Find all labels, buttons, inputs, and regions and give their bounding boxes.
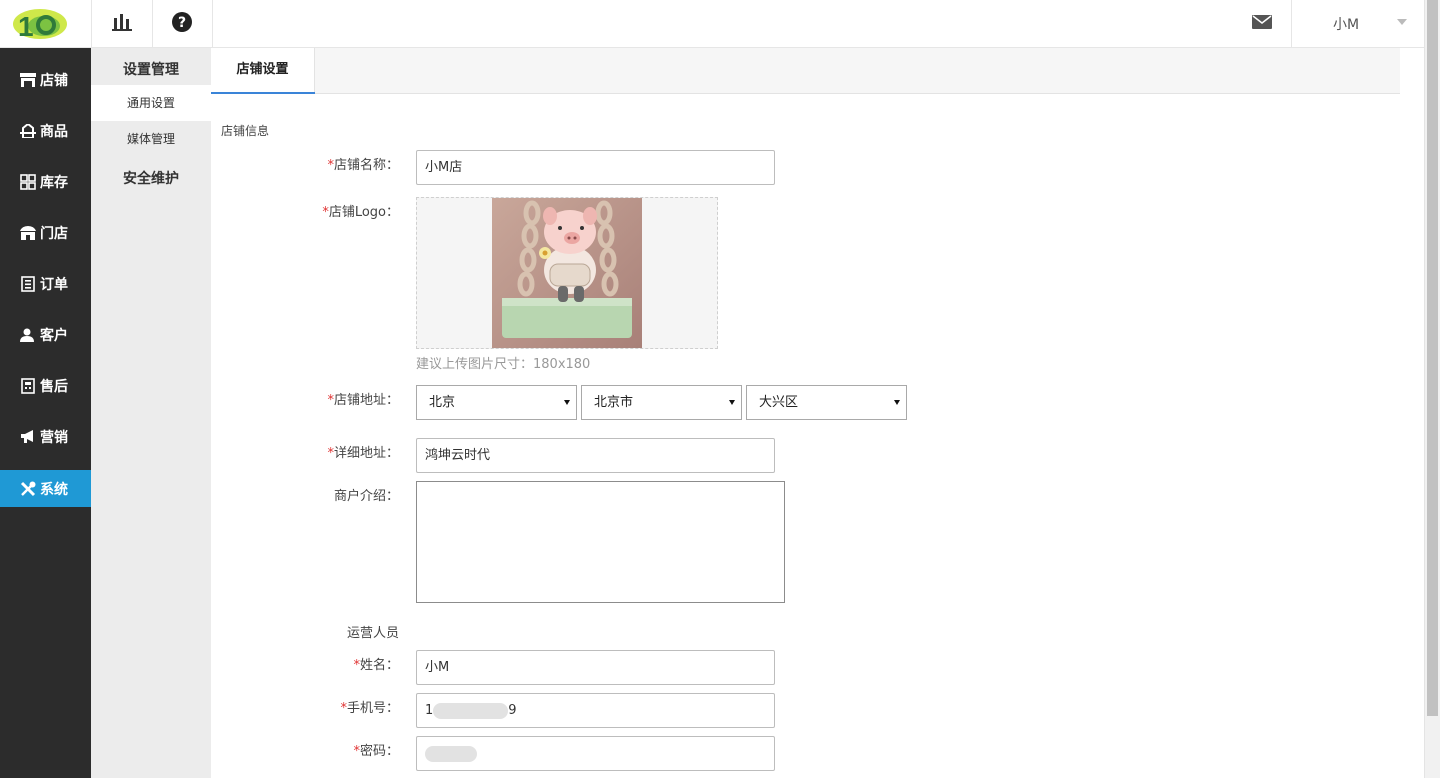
store-name-label: *店铺名称： [327, 158, 399, 173]
password-input[interactable] [416, 736, 775, 771]
tab-store-settings[interactable]: 店铺设置 [211, 48, 315, 94]
messages-button[interactable] [1232, 0, 1292, 47]
goods-icon [20, 123, 36, 139]
user-name: 小M [1333, 17, 1360, 33]
megaphone-icon [20, 429, 36, 445]
nav-item-customers[interactable]: 客户 [0, 316, 91, 353]
nav-item-label: 售后 [40, 378, 68, 395]
subnav-item-media[interactable]: 媒体管理 [91, 121, 211, 157]
user-icon [20, 327, 36, 343]
question-circle-icon: ? [171, 11, 193, 37]
nav-item-label: 订单 [40, 276, 68, 293]
section-title: 店铺信息 [221, 124, 270, 138]
store-name-input[interactable]: 小M店 [416, 150, 775, 185]
phone-label: *手机号： [340, 701, 399, 716]
store-icon [20, 72, 36, 88]
chevron-down-icon [894, 400, 900, 405]
district-select[interactable]: 大兴区 [746, 385, 907, 420]
phone-prefix: 1 [425, 703, 434, 718]
nav-item-marketing[interactable]: 营销 [0, 418, 91, 455]
subnav-item-general[interactable]: 通用设置 [91, 85, 211, 121]
user-menu[interactable]: 小M [1291, 0, 1424, 47]
nav-item-system[interactable]: 系统 [0, 470, 91, 507]
password-label: *密码： [353, 744, 399, 759]
sub-nav: 设置管理 通用设置 媒体管理 安全维护 [91, 48, 211, 778]
store-logo-label: *店铺Logo： [322, 205, 399, 220]
nav-item-label: 商品 [40, 123, 68, 140]
chevron-down-icon [729, 400, 735, 405]
nav-item-label: 门店 [40, 225, 68, 242]
help-button[interactable]: ? [152, 0, 213, 47]
phone-input[interactable]: 19 [416, 693, 775, 728]
merchant-intro-textarea[interactable] [416, 481, 785, 603]
phone-suffix: 9 [508, 703, 517, 718]
nav-item-store[interactable]: 店铺 [0, 61, 91, 98]
nav-item-goods[interactable]: 商品 [0, 112, 91, 149]
subnav-group-settings: 设置管理 [123, 62, 179, 78]
shop-icon [20, 225, 36, 241]
store-address-label: *店铺地址： [327, 393, 399, 408]
chevron-down-icon [564, 400, 570, 405]
mail-icon [1251, 14, 1273, 34]
bar-chart-icon [111, 12, 133, 36]
service-icon [20, 377, 36, 394]
nav-item-label: 营销 [40, 429, 68, 446]
province-select[interactable]: 北京 [416, 385, 577, 420]
nav-item-label: 店铺 [40, 72, 68, 89]
nav-item-inventory[interactable]: 库存 [0, 163, 91, 200]
name-input[interactable]: 小M [416, 650, 775, 685]
logo-size-hint: 建议上传图片尺寸：180x180 [416, 357, 591, 372]
city-select[interactable]: 北京市 [581, 385, 742, 420]
name-label: *姓名： [353, 658, 399, 673]
subnav-group-security[interactable]: 安全维护 [91, 168, 211, 188]
redacted-blur [433, 702, 509, 719]
stats-button[interactable] [91, 0, 153, 47]
svg-text:?: ? [178, 15, 186, 31]
svg-text:1: 1 [18, 11, 34, 42]
order-icon [20, 275, 36, 292]
main-nav: 店铺 商品 库存 门店 订单 客户 售后 营销 系统 [0, 48, 91, 778]
nav-item-shop[interactable]: 门店 [0, 214, 91, 251]
nav-item-label: 库存 [40, 174, 68, 191]
caret-down-icon [1397, 19, 1407, 25]
tab-bar: 店铺设置 [211, 48, 1400, 94]
logo-upload[interactable] [416, 197, 718, 349]
nav-item-label: 客户 [40, 327, 68, 344]
tools-icon [20, 481, 36, 497]
merchant-intro-label: 商户介绍： [333, 489, 399, 504]
grid-icon [20, 173, 36, 190]
top-bar: 1 ? 小M [0, 0, 1424, 48]
operator-section-title: 运营人员 [346, 626, 399, 641]
detail-address-label: *详细地址： [327, 446, 399, 461]
nav-item-orders[interactable]: 订单 [0, 265, 91, 302]
nav-item-label: 系统 [40, 481, 68, 498]
logo[interactable]: 1 [8, 4, 68, 44]
nav-item-aftersales[interactable]: 售后 [0, 367, 91, 404]
redacted-blur [425, 745, 477, 762]
detail-address-input[interactable]: 鸿坤云时代 [416, 438, 775, 473]
store-logo-image [492, 198, 642, 348]
scrollbar-thumb[interactable] [1427, 0, 1438, 716]
vertical-scrollbar[interactable] [1424, 0, 1440, 778]
